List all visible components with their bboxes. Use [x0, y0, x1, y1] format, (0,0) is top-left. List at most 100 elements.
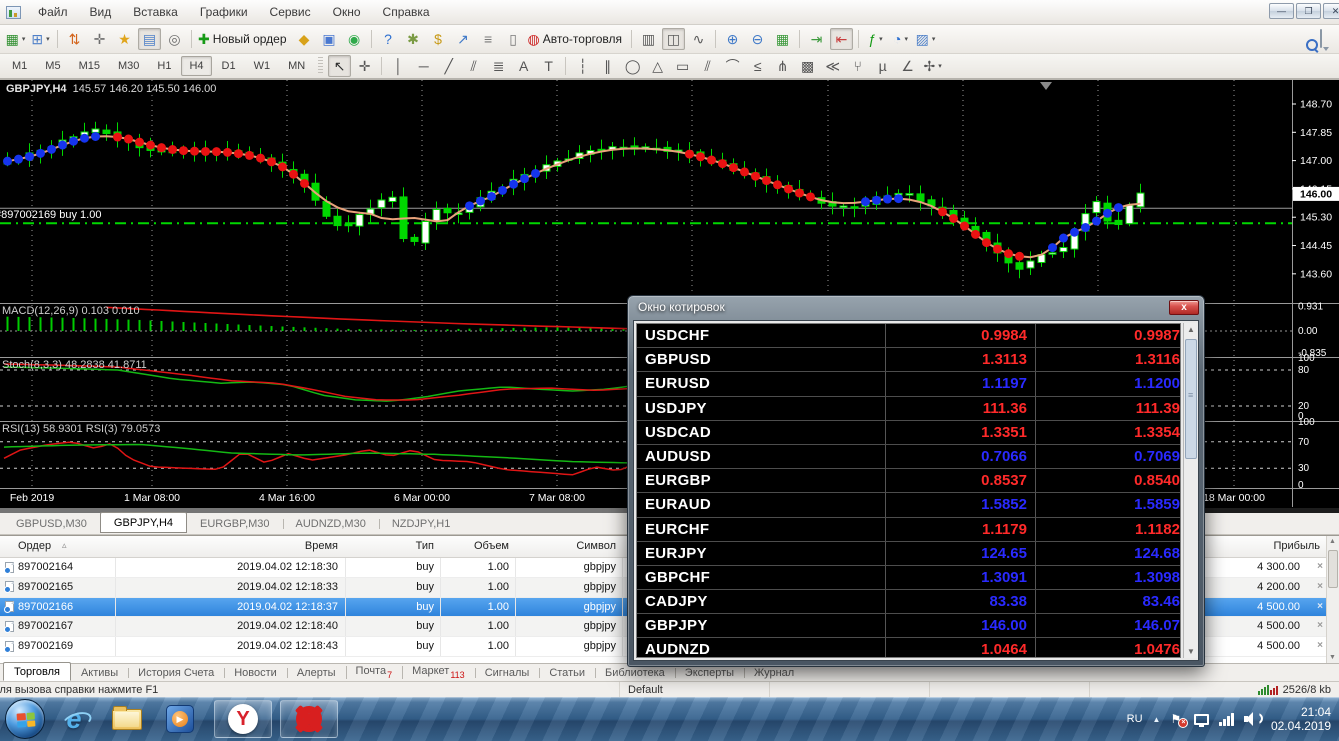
timeframe-m15[interactable]: M15 — [71, 56, 108, 76]
parallel-lines-tool-button[interactable]: ∥ — [596, 55, 619, 77]
taskbar-ie[interactable]: e — [52, 702, 96, 736]
auto-trading-button[interactable]: ◍ Авто-торговля — [527, 28, 626, 50]
scroll-thumb[interactable] — [1185, 339, 1197, 459]
start-button[interactable] — [5, 699, 45, 739]
terminal-tab-3[interactable]: Новости — [224, 665, 287, 681]
quotes-window-title[interactable]: Окно котировок — [628, 296, 1204, 319]
triangle-tool-button[interactable]: △ — [646, 55, 669, 77]
quote-row-usdchf[interactable]: USDCHF 0.9984 0.9987 — [637, 324, 1180, 349]
fibo-retracement-tool-button[interactable]: ≣ — [487, 55, 510, 77]
periods-button[interactable]: ◔ ▾ — [889, 28, 912, 50]
line-chart-mode-button[interactable]: ∿ — [687, 28, 710, 50]
chart-tab-audnzd-m30[interactable]: AUDNZD,M30 — [282, 515, 379, 533]
terminal-tab-2[interactable]: История Счета — [128, 665, 224, 681]
scroll-down-icon[interactable]: ▼ — [1187, 647, 1195, 656]
market-watch-button[interactable]: ⇅ — [63, 28, 86, 50]
ellipse-tool-button[interactable]: ◯ — [621, 55, 644, 77]
tray-clock[interactable]: 21:04 02.04.2019 — [1271, 705, 1331, 733]
text-label-tool-button[interactable]: T — [537, 55, 560, 77]
indicators-button[interactable]: ƒ ▾ — [864, 28, 887, 50]
timeframe-d1[interactable]: D1 — [214, 56, 244, 76]
terminal-tab-6[interactable]: Маркет113 — [402, 663, 475, 681]
fibo-fan-tool-button[interactable]: ≤ — [746, 55, 769, 77]
cursor-button[interactable]: ↖ — [328, 55, 352, 77]
text-tool-button[interactable]: A — [512, 55, 535, 77]
orders-header-time[interactable]: Время — [120, 540, 338, 552]
accounts-button[interactable]: $ — [427, 28, 450, 50]
terminal-tab-7[interactable]: Сигналы — [474, 665, 540, 681]
navigator-button[interactable]: ★ — [113, 28, 136, 50]
close-button[interactable]: ✕ — [1323, 3, 1339, 19]
scroll-up-icon[interactable]: ▲ — [1187, 325, 1195, 334]
signals-button[interactable]: ◉ — [343, 28, 366, 50]
chart-shift-button[interactable]: ⇤ — [830, 28, 854, 50]
timeframe-h1[interactable]: H1 — [149, 56, 179, 76]
bar-chart-mode-button[interactable]: ▥ — [637, 28, 660, 50]
trendline-tool-button[interactable]: ╱ — [437, 55, 460, 77]
terminal-tab-1[interactable]: Активы — [71, 665, 128, 681]
fibo-expansion-tool-button[interactable]: ⋔ — [771, 55, 794, 77]
menu-item-3[interactable]: Графики — [189, 1, 259, 23]
candlestick-mode-button[interactable]: ◫ — [662, 28, 686, 50]
quotes-close-button[interactable]: x — [1169, 300, 1199, 315]
quote-row-gbpusd[interactable]: GBPUSD 1.3113 1.3116 — [637, 348, 1180, 373]
tile-windows-button[interactable]: ▦ — [771, 28, 794, 50]
menu-item-2[interactable]: Вставка — [122, 1, 189, 23]
menu-item-5[interactable]: Окно — [322, 1, 372, 23]
vertical-line-tool-button[interactable]: │ — [387, 55, 410, 77]
print-preview-button[interactable]: ▯ — [502, 28, 525, 50]
taskbar-explorer[interactable] — [105, 702, 149, 736]
menu-item-4[interactable]: Сервис — [259, 1, 322, 23]
quote-row-eurchf[interactable]: EURCHF 1.1179 1.1182 — [637, 517, 1180, 542]
menu-item-6[interactable]: Справка — [372, 1, 441, 23]
options-button[interactable]: ✱ — [402, 28, 425, 50]
orders-header-order[interactable]: Ордер — [18, 540, 51, 552]
timeframe-m30[interactable]: M30 — [110, 56, 147, 76]
network-icon[interactable] — [1219, 712, 1234, 726]
display-settings-icon[interactable] — [1194, 713, 1210, 727]
zoom-out-button[interactable]: ⊖ — [746, 28, 769, 50]
quote-row-gbpchf[interactable]: GBPCHF 1.3091 1.3098 — [637, 565, 1180, 591]
new-chart-button[interactable]: ▦ ▾ — [4, 28, 27, 50]
orders-scrollbar[interactable]: ▲ ▼ — [1326, 536, 1339, 663]
chart-tab-gbpusd-m30[interactable]: GBPUSD,M30 — [3, 515, 100, 533]
quote-row-eurusd[interactable]: EURUSD 1.1197 1.1200 — [637, 372, 1180, 397]
menu-item-1[interactable]: Вид — [79, 1, 123, 23]
orders-header-profit[interactable]: Прибыль — [1240, 540, 1320, 552]
quote-row-gbpjpy[interactable]: GBPJPY 146.00 146.07 — [637, 614, 1180, 639]
chat-icon[interactable] — [1320, 29, 1322, 48]
timeframe-mn[interactable]: MN — [280, 56, 313, 76]
gann-grid-tool-button[interactable]: ▩ — [796, 55, 819, 77]
quote-row-euraud[interactable]: EURAUD 1.5852 1.5859 — [637, 493, 1180, 518]
profiles-button[interactable]: ⊞ ▾ — [29, 28, 52, 50]
print-button[interactable]: ≡ — [477, 28, 500, 50]
fibo-arc-tool-button[interactable]: ⌒ — [721, 55, 744, 77]
orders-header-type[interactable]: Тип — [350, 540, 434, 552]
quote-row-eurgbp[interactable]: EURGBP 0.8537 0.8540 — [637, 469, 1180, 494]
quotes-window[interactable]: Окно котировок x USDCHF 0.9984 0.9987 GBPUS… — [627, 295, 1205, 667]
fibo-channel-tool-button[interactable]: ⫽ — [696, 55, 719, 77]
quotes-scrollbar[interactable]: ▲ ▼ — [1183, 323, 1198, 658]
new-order-button[interactable]: ✚ Новый ордер — [197, 28, 291, 50]
help-button[interactable]: ? — [377, 28, 400, 50]
timeframe-w1[interactable]: W1 — [246, 56, 279, 76]
timeframe-h4[interactable]: H4 — [181, 56, 212, 76]
equidistant-channel-tool-button[interactable]: ⫽ — [462, 55, 485, 77]
crosshair-button[interactable]: ✛ — [353, 55, 376, 77]
timeframe-m5[interactable]: M5 — [37, 56, 68, 76]
gann-fan-tool-button[interactable]: ≪ — [821, 55, 844, 77]
terminal-tab-5[interactable]: Почта7 — [345, 663, 403, 681]
quote-row-usdcad[interactable]: USDCAD 1.3351 1.3354 — [637, 420, 1180, 445]
metaeditor-button[interactable]: ◆ — [293, 28, 316, 50]
close-order-icon[interactable]: × — [1317, 581, 1323, 592]
arrows-tool-button[interactable]: ✢ ▾ — [921, 55, 944, 77]
auto-scroll-button[interactable]: ⇥ — [805, 28, 828, 50]
language-indicator[interactable]: RU — [1127, 713, 1143, 725]
close-order-icon[interactable]: × — [1317, 561, 1323, 572]
horizontal-line-tool-button[interactable]: ─ — [412, 55, 435, 77]
taskbar-metatrader[interactable] — [280, 700, 338, 738]
timeframe-m1[interactable]: M1 — [4, 56, 35, 76]
cycle-tool-button[interactable]: µ — [871, 55, 894, 77]
terminal-button[interactable]: ▤ — [138, 28, 161, 50]
quote-row-audnzd[interactable]: AUDNZD 1.0464 1.0476 — [637, 638, 1180, 657]
